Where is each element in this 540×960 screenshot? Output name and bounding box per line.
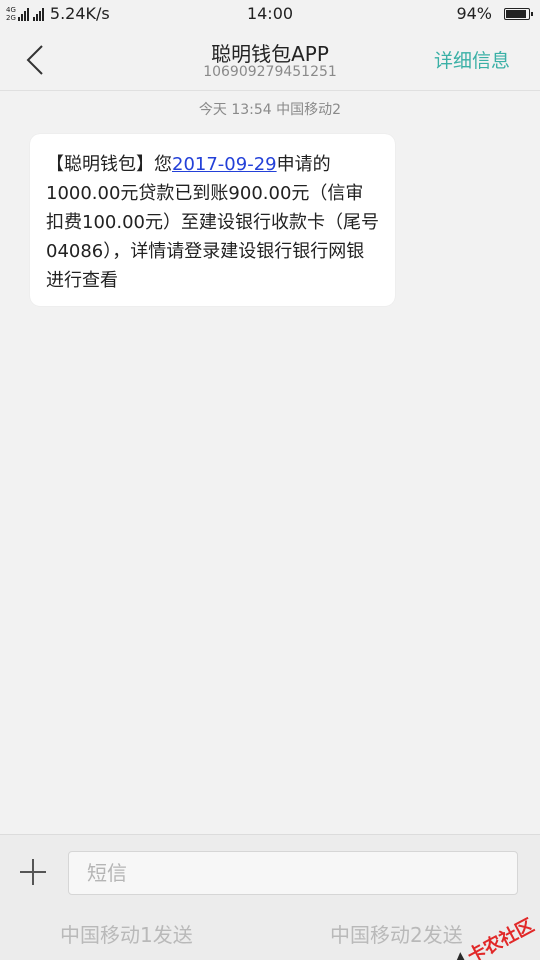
composer-bar: 中国移动1发送 中国移动2发送 — [0, 834, 540, 960]
conversation-header: 聪明钱包APP 106909279451251 详细信息 — [0, 30, 540, 90]
add-attachment-button[interactable] — [18, 857, 48, 887]
message-date-link[interactable]: 2017-09-29 — [172, 154, 277, 175]
message-text-start: 【聪明钱包】您 — [46, 154, 172, 175]
details-button[interactable]: 详细信息 — [434, 46, 510, 73]
status-bar-right: 94% — [456, 4, 533, 23]
message-input[interactable] — [68, 851, 518, 895]
send-sim2-button[interactable]: 中国移动2发送 — [330, 919, 463, 948]
header-divider — [0, 90, 540, 91]
message-bubble[interactable]: 【聪明钱包】您2017-09-29申请的1000.00元贷款已到账900.00元… — [30, 134, 395, 306]
status-bar: 4G 2G 5.24K/s 14:00 94% — [0, 0, 540, 30]
send-sim1-button[interactable]: 中国移动1发送 — [60, 919, 193, 948]
battery-percent: 94% — [456, 4, 492, 23]
battery-icon — [504, 7, 533, 20]
sms-conversation-screen: 4G 2G 5.24K/s 14:00 94% 聪明钱包APP 10690927… — [0, 0, 540, 960]
message-timestamp: 今天 13:54 中国移动2 — [198, 102, 342, 118]
battery-fill — [506, 9, 526, 18]
